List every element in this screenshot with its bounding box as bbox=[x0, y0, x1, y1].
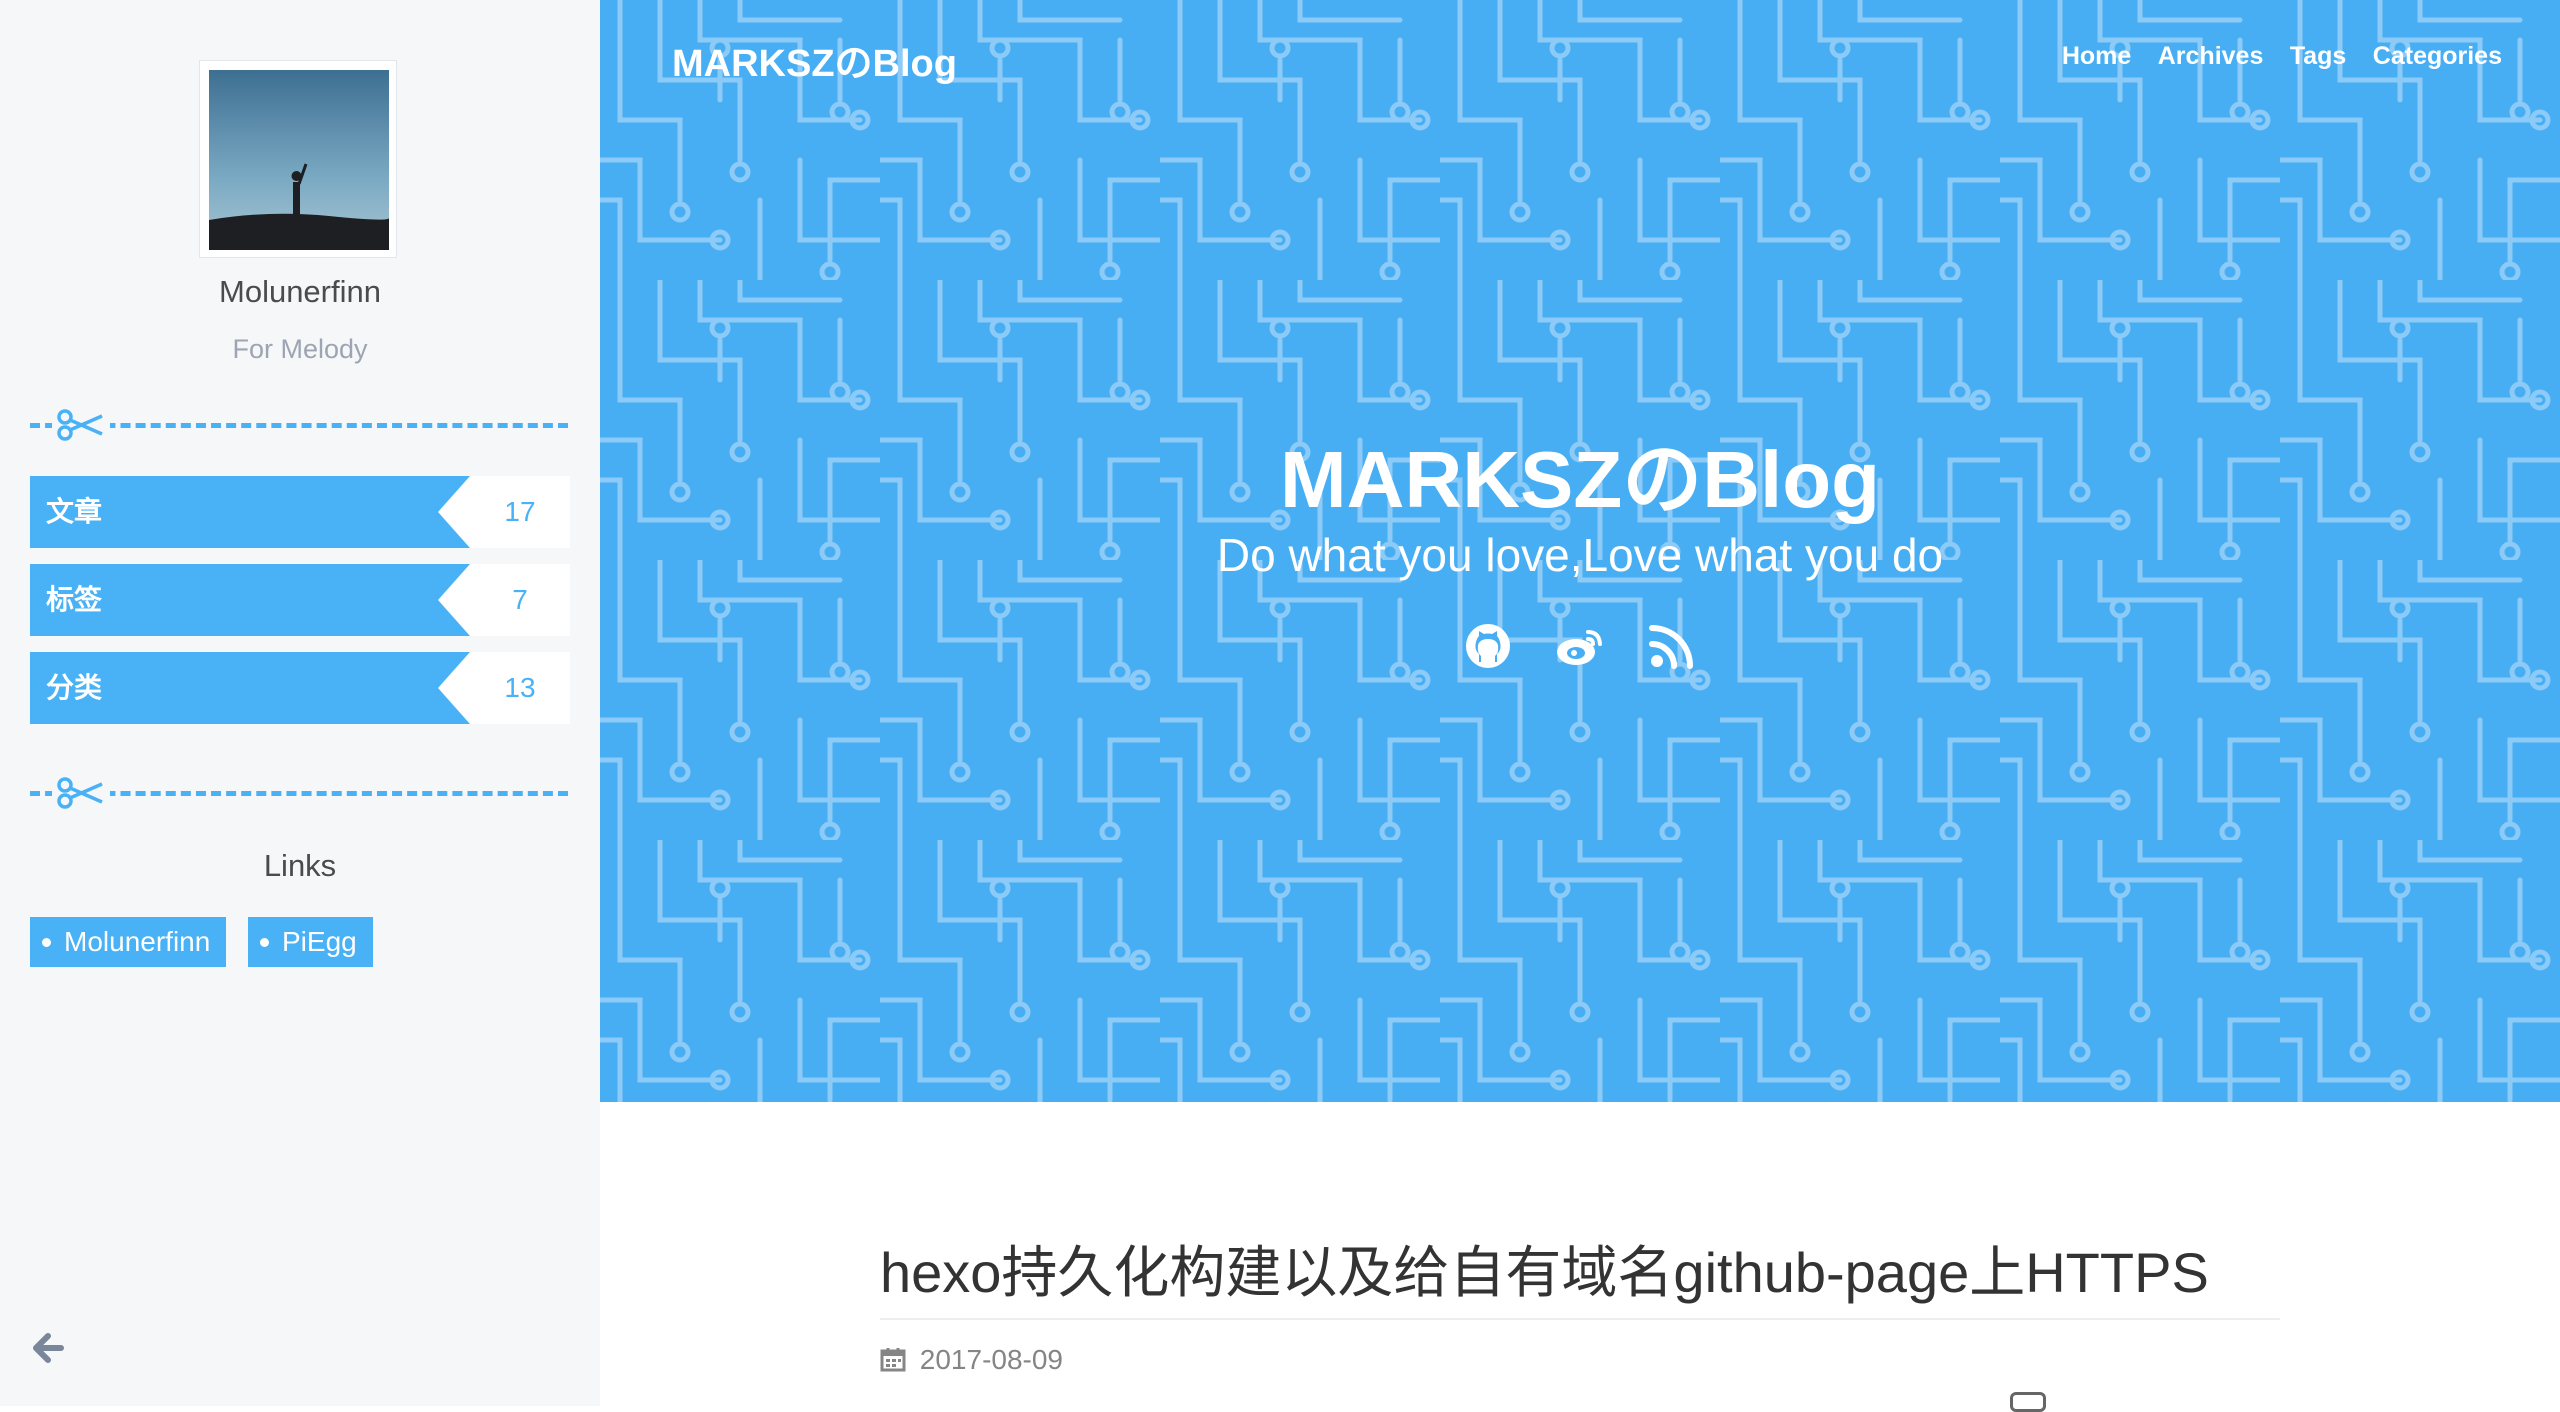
main-nav: Home Archives Tags Categories bbox=[2040, 42, 2502, 71]
nav-archives[interactable]: Archives bbox=[2158, 42, 2264, 70]
nav-tags[interactable]: Tags bbox=[2290, 42, 2347, 70]
avatar-image bbox=[209, 70, 389, 250]
post-date: 2017-08-09 bbox=[919, 1344, 1064, 1375]
link-piegg[interactable]: PiEgg bbox=[248, 917, 373, 967]
divider bbox=[30, 408, 568, 442]
scissors-icon bbox=[52, 408, 110, 442]
author-name: Molunerfinn bbox=[219, 274, 381, 309]
sidebar: Molunerfinn For Melody 文章 17 标签 7 分类 13 bbox=[0, 0, 600, 1406]
link-molunerfinn[interactable]: Molunerfinn bbox=[30, 917, 227, 967]
nav-home[interactable]: Home bbox=[2062, 42, 2131, 70]
stat-categories-count: 13 bbox=[504, 672, 536, 703]
nav-categories[interactable]: Categories bbox=[2373, 42, 2502, 70]
scissors-icon bbox=[52, 776, 110, 810]
stat-posts[interactable]: 文章 17 bbox=[30, 476, 570, 548]
arrow-left-icon[interactable] bbox=[30, 1330, 66, 1366]
stat-tags[interactable]: 标签 7 bbox=[30, 564, 570, 636]
stat-tags-count: 7 bbox=[512, 584, 528, 615]
social-links bbox=[1462, 620, 1702, 680]
post-meta: 2017-08-09 bbox=[880, 1344, 1063, 1376]
post-title[interactable]: hexo持久化构建以及给自有域名github-page上HTTPS bbox=[880, 1228, 2209, 1309]
divider bbox=[30, 776, 568, 810]
toggle-icon[interactable] bbox=[2010, 1392, 2046, 1412]
post-divider bbox=[880, 1318, 2280, 1320]
stat-posts-label: 文章 bbox=[46, 496, 103, 527]
stat-categories-label: 分类 bbox=[46, 672, 103, 703]
stat-tags-label: 标签 bbox=[46, 584, 103, 615]
header-banner: MARKSZのBlog Home Archives Tags Categorie… bbox=[600, 0, 2560, 1102]
stat-posts-count: 17 bbox=[504, 496, 536, 527]
calendar-icon bbox=[880, 1344, 920, 1375]
avatar[interactable] bbox=[199, 60, 397, 258]
site-title: MARKSZのBlog bbox=[1280, 435, 1880, 524]
weibo-icon[interactable] bbox=[1554, 620, 1606, 672]
github-icon[interactable] bbox=[1462, 620, 1514, 672]
author-description: For Melody bbox=[232, 334, 368, 364]
stat-categories[interactable]: 分类 13 bbox=[30, 652, 570, 724]
links-title: Links bbox=[263, 848, 337, 883]
site-subtitle: Do what you love,Love what you do bbox=[1216, 529, 1944, 581]
brand-logo[interactable]: MARKSZのBlog bbox=[672, 32, 957, 87]
rss-icon[interactable] bbox=[1646, 620, 1698, 672]
